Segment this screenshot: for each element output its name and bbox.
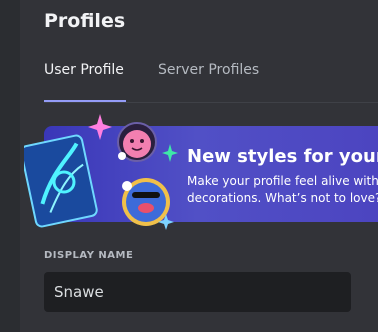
promo-description: Make your profile feel alive with decora… [187,174,378,205]
display-name-input[interactable] [44,272,351,312]
sidebar-edge [0,0,20,332]
tabs-divider [44,102,378,103]
page-title: Profiles [44,10,126,32]
promo-title: New styles for your pr [187,146,378,167]
pink-creature-icon [117,122,157,162]
tab-user-profile[interactable]: User Profile [44,62,124,78]
holo-card-icon [24,134,98,228]
sparkle-icon [88,114,112,140]
promo-illustration [24,114,178,230]
blue-creature-icon [122,178,170,226]
display-name-label: DISPLAY NAME [44,250,134,261]
tab-server-profiles[interactable]: Server Profiles [158,62,259,78]
